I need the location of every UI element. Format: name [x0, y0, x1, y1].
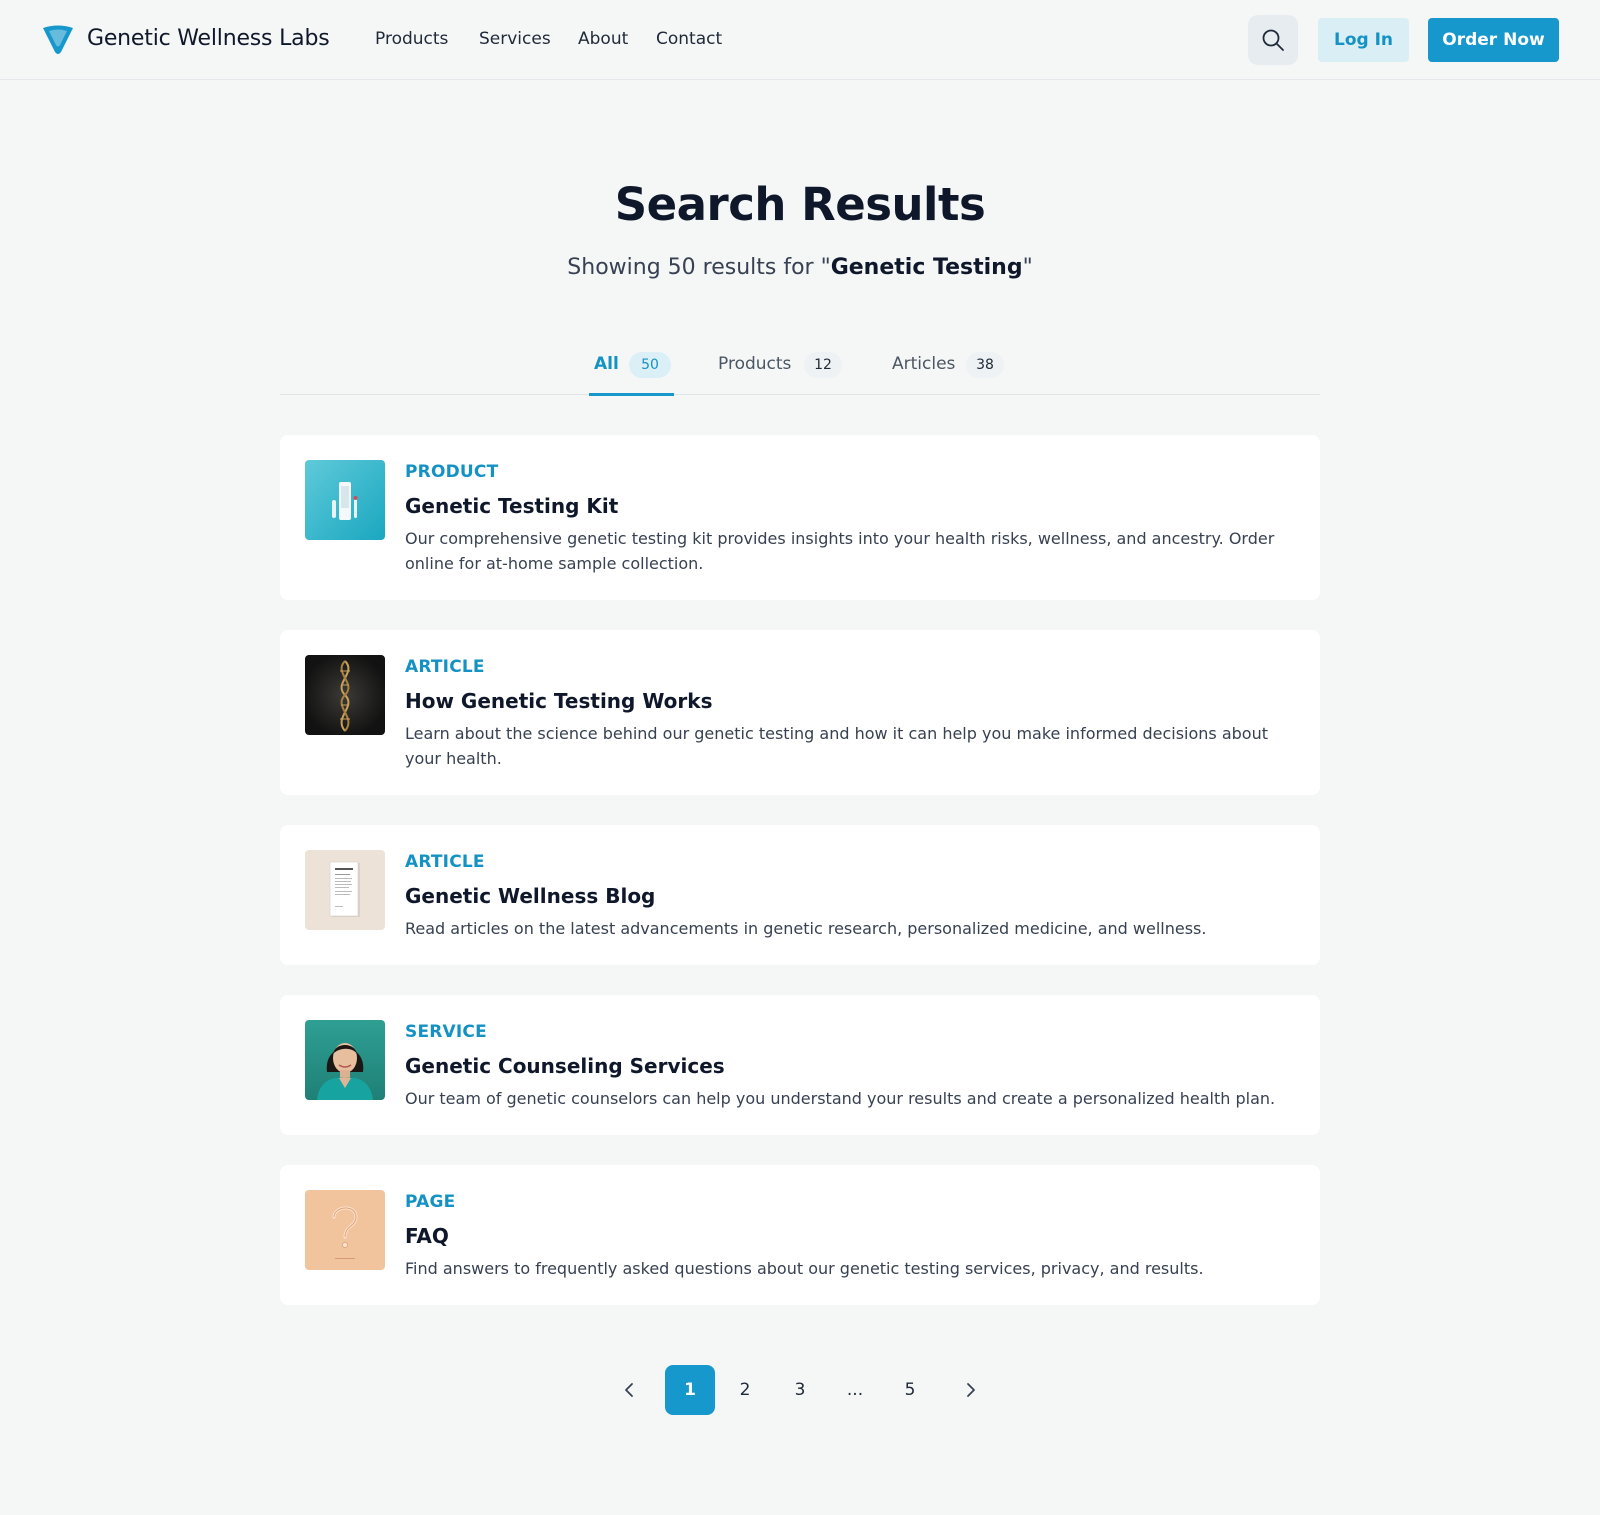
pagination: 1 2 3 ... 5 — [0, 1365, 1600, 1415]
page-button-1[interactable]: 1 — [665, 1365, 715, 1415]
result-title[interactable]: How Genetic Testing Works — [405, 689, 712, 713]
result-card[interactable]: PRODUCT Genetic Testing Kit Our comprehe… — [280, 435, 1320, 600]
tab-products-label: Products — [718, 354, 792, 374]
result-description: Read articles on the latest advancements… — [405, 919, 1207, 938]
nav-services[interactable]: Services — [479, 29, 551, 49]
result-card[interactable]: ARTICLE Genetic Wellness Blog Read artic… — [280, 825, 1320, 965]
tab-products[interactable]: Products 12 — [718, 338, 848, 395]
tab-products-count: 12 — [804, 352, 842, 378]
funnel-logo-icon[interactable] — [41, 24, 75, 56]
dna-helix-image — [305, 655, 385, 735]
result-title[interactable]: Genetic Testing Kit — [405, 494, 618, 518]
result-title[interactable]: Genetic Counseling Services — [405, 1054, 725, 1078]
blog-page-image — [305, 850, 385, 930]
result-title[interactable]: Genetic Wellness Blog — [405, 884, 655, 908]
summary-prefix: Showing 50 results for " — [567, 255, 831, 280]
result-description: Our comprehensive genetic testing kit pr… — [405, 529, 1275, 573]
page-ellipsis: ... — [846, 1380, 864, 1400]
results-summary: Showing 50 results for "Genetic Testing" — [0, 255, 1600, 280]
chevron-left-icon — [625, 1383, 633, 1397]
result-title[interactable]: FAQ — [405, 1224, 449, 1248]
result-card[interactable]: SERVICE Genetic Counseling Services Our … — [280, 995, 1320, 1135]
chevron-right-icon — [967, 1383, 975, 1397]
result-type: PAGE — [405, 1192, 456, 1212]
next-page-button[interactable] — [945, 1365, 995, 1415]
tab-all-label: All — [594, 354, 619, 374]
search-query: Genetic Testing — [830, 255, 1023, 280]
tab-articles[interactable]: Articles 38 — [892, 338, 1012, 395]
site-header: Genetic Wellness Labs Products Services … — [0, 0, 1600, 80]
result-description: Our team of genetic counselors can help … — [405, 1089, 1276, 1108]
tab-articles-count: 38 — [966, 352, 1004, 378]
result-description: Learn about the science behind our genet… — [405, 724, 1268, 768]
result-type: ARTICLE — [405, 657, 485, 677]
result-type: SERVICE — [405, 1022, 487, 1042]
page-title: Search Results — [614, 178, 986, 231]
page-button-3[interactable]: 3 — [775, 1365, 825, 1415]
nav-about[interactable]: About — [578, 29, 628, 49]
prev-page-button[interactable] — [605, 1365, 655, 1415]
question-mark-image — [305, 1190, 385, 1270]
result-type: PRODUCT — [405, 462, 499, 482]
results-tabs: All 50 Products 12 Articles 38 — [280, 338, 1320, 396]
result-card[interactable]: PAGE FAQ Find answers to frequently aske… — [280, 1165, 1320, 1305]
counselor-photo — [305, 1020, 385, 1100]
page-button-2[interactable]: 2 — [720, 1365, 770, 1415]
brand-name[interactable]: Genetic Wellness Labs — [87, 26, 330, 51]
nav-products[interactable]: Products — [375, 29, 448, 49]
search-button[interactable] — [1248, 15, 1298, 65]
tab-articles-label: Articles — [892, 354, 956, 374]
tab-all[interactable]: All 50 — [589, 338, 674, 396]
result-card[interactable]: ARTICLE How Genetic Testing Works Learn … — [280, 630, 1320, 795]
tab-all-count: 50 — [629, 352, 671, 378]
summary-suffix: " — [1022, 255, 1033, 280]
test-kit-image — [305, 460, 385, 540]
login-button[interactable]: Log In — [1318, 18, 1409, 62]
nav-contact[interactable]: Contact — [656, 29, 722, 49]
page-button-5[interactable]: 5 — [885, 1365, 935, 1415]
order-now-button[interactable]: Order Now — [1428, 18, 1559, 62]
result-description: Find answers to frequently asked questio… — [405, 1259, 1204, 1278]
result-type: ARTICLE — [405, 852, 485, 872]
search-icon — [1262, 29, 1284, 51]
